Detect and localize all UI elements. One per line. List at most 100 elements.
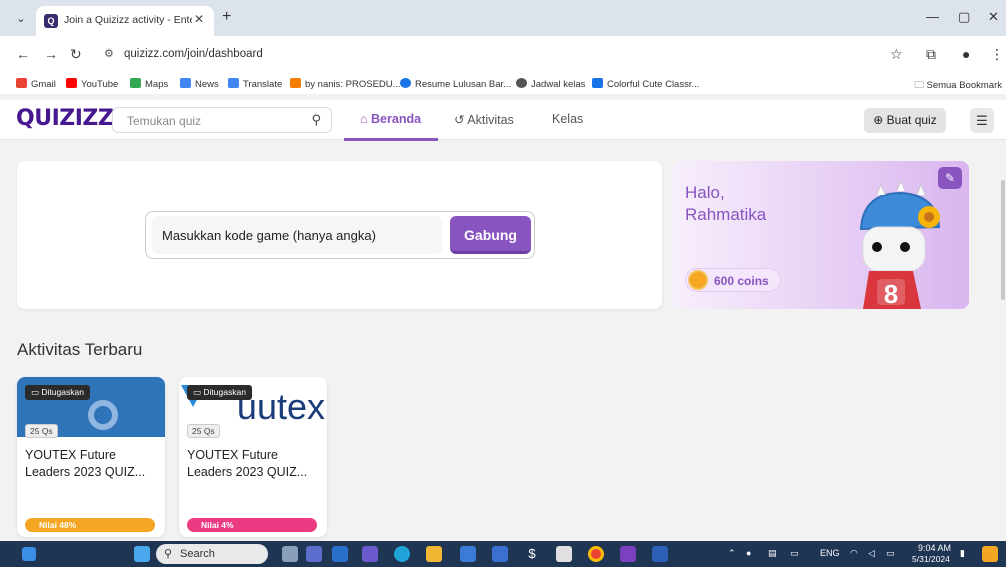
quiz-search-input[interactable]: Temukan quiz ⚲ [112, 107, 332, 133]
hamburger-menu-icon[interactable]: ☰ [970, 108, 994, 133]
widgets-icon[interactable] [22, 547, 36, 561]
new-tab-icon[interactable]: + [222, 8, 231, 26]
activity-card[interactable]: ▭ Ditugaskan 25 Qs YOUTEX Future Leaders… [17, 377, 165, 537]
bookmark-translate[interactable]: Translate [228, 78, 282, 90]
address-bar[interactable]: ⚙ quizizz.com/join/dashboard [96, 42, 916, 68]
windows-start-icon[interactable] [134, 546, 150, 562]
maps-icon [130, 78, 141, 88]
minimize-icon[interactable]: — [926, 9, 939, 24]
greeting: Halo, [685, 183, 725, 202]
nav-kelas[interactable]: Kelas [552, 112, 583, 126]
forward-icon[interactable]: → [44, 46, 58, 62]
tab-search-chevron-icon[interactable]: ⌄ [12, 10, 30, 28]
score-badge: Nilai 48% [25, 518, 155, 532]
chat-icon[interactable] [306, 546, 322, 562]
volume-icon[interactable]: ◁ [868, 548, 875, 559]
join-form: Gabung [145, 211, 535, 259]
word-icon[interactable] [652, 546, 668, 562]
bookmark-youtube[interactable]: YouTube [66, 78, 118, 90]
activity-name: YOUTEX Future Leaders 2023 QUIZ... [25, 448, 146, 479]
quizizz-logo[interactable]: QUIZIZZ [16, 106, 114, 131]
tray-overflow-icon[interactable]: ⌃ [728, 548, 736, 559]
jersey-number: 8 [884, 279, 898, 309]
bookmark-jadwal[interactable]: Jadwal kelas [516, 78, 585, 90]
globe-icon [516, 78, 527, 88]
bookmarks-bar: Gmail YouTube Maps News Translate by nan… [0, 74, 1006, 94]
edge-icon[interactable] [394, 546, 410, 562]
tab-title: Join a Quizizz activity - Enter co [64, 14, 192, 26]
home-icon: ⌂ [360, 112, 372, 126]
quizizz-header: QUIZIZZ Temukan quiz ⚲ ⌂ Beranda ↺ Aktiv… [0, 100, 1006, 141]
folder-icon: 🗀 [914, 80, 927, 91]
weather-icon[interactable] [982, 546, 998, 562]
site-settings-icon[interactable]: ⚙ [104, 47, 114, 60]
bookmark-maps[interactable]: Maps [130, 78, 168, 90]
bookmark-news[interactable]: News [180, 78, 219, 90]
all-bookmarks-folder[interactable]: 🗀 Semua Bookmark [914, 78, 1002, 94]
nav-aktivitas[interactable]: ↺ Aktivitas [454, 112, 514, 127]
extensions-icon[interactable]: ⧉ [926, 46, 936, 63]
back-icon[interactable]: ← [16, 46, 30, 62]
search-icon: ⚲ [164, 548, 173, 560]
bookmark-classroom[interactable]: Colorful Cute Classr... [592, 78, 699, 90]
bookmark-gmail[interactable]: Gmail [16, 78, 56, 90]
question-count: 25 Qs [187, 424, 220, 438]
app-icon[interactable]: $ [524, 546, 540, 562]
clock-time[interactable]: 9:04 AM [918, 543, 951, 553]
calendar-icon[interactable] [556, 546, 572, 562]
restore-icon[interactable]: ▢ [958, 9, 970, 25]
join-game-card: Gabung [17, 161, 662, 309]
store-icon[interactable] [460, 546, 476, 562]
question-count: 25 Qs [25, 424, 58, 438]
tray-keyboard-icon[interactable]: ▤ [768, 548, 777, 559]
wifi-icon[interactable]: ◠ [850, 548, 858, 559]
task-view-icon[interactable] [282, 546, 298, 562]
file-explorer-icon[interactable] [332, 546, 348, 562]
chrome-icon[interactable] [588, 546, 604, 562]
reload-icon[interactable]: ↻ [70, 46, 82, 63]
join-button[interactable]: Gabung [450, 216, 531, 254]
scrollbar-thumb[interactable] [1001, 180, 1005, 300]
browser-tab[interactable]: Q Join a Quizizz activity - Enter co ✕ [36, 6, 214, 36]
coins-badge[interactable]: 600 coins [685, 268, 781, 292]
chrome-menu-icon[interactable]: ⋮ [990, 46, 1004, 63]
assigned-badge: ▭ Ditugaskan [25, 385, 90, 400]
tray-app-icon[interactable]: ● [746, 548, 751, 558]
plus-circle-icon: ⊕ [873, 113, 887, 127]
avatar[interactable]: 8 [851, 181, 951, 309]
game-code-input[interactable] [152, 216, 442, 254]
clock-date[interactable]: 5/31/2024 [912, 554, 950, 564]
window-close-icon[interactable]: ✕ [988, 9, 999, 25]
assigned-badge: ▭ Ditugaskan [187, 385, 252, 400]
url-text: quizizz.com/join/dashboard [124, 48, 263, 60]
create-quiz-button[interactable]: ⊕ Buat quiz [864, 108, 946, 133]
battery-icon[interactable]: ▭ [886, 548, 895, 559]
bookmark-star-icon[interactable]: ☆ [890, 46, 903, 63]
nav-beranda[interactable]: ⌂ Beranda [360, 112, 421, 126]
activity-name: YOUTEX Future Leaders 2023 QUIZ... [187, 448, 308, 479]
teams-icon[interactable] [362, 546, 378, 562]
dropbox-icon[interactable] [492, 546, 508, 562]
bookmark-prosedur[interactable]: by nanis: PROSEDU... [290, 78, 401, 90]
news-icon [180, 78, 191, 88]
page-scrollbar[interactable] [1000, 140, 1006, 540]
language-indicator[interactable]: ENG [820, 548, 840, 558]
gmail-icon [16, 78, 27, 88]
browser-tab-strip: ⌄ Q Join a Quizizz activity - Enter co ✕… [0, 0, 1006, 36]
notification-icon[interactable]: ▮ [960, 548, 965, 559]
bookmark-resume[interactable]: Resume Lulusan Bar... [400, 78, 511, 90]
coin-icon [688, 270, 708, 290]
profile-card: Halo, Rahmatika 600 coins ✎ 8 [673, 161, 969, 309]
assignment-icon: ▭ [193, 387, 204, 397]
activity-card[interactable]: uutex ▭ Ditugaskan 25 Qs YOUTEX Future L… [179, 377, 327, 537]
folder-icon[interactable] [426, 546, 442, 562]
taskbar-search[interactable]: ⚲ Search [156, 544, 268, 564]
search-placeholder: Temukan quiz [127, 114, 202, 128]
translate-icon [228, 78, 239, 88]
profile-icon[interactable]: ● [962, 46, 970, 62]
onenote-icon[interactable] [620, 546, 636, 562]
classroom-icon [592, 78, 603, 88]
tab-close-icon[interactable]: ✕ [194, 12, 204, 26]
tray-display-icon[interactable]: ▭ [790, 548, 799, 559]
search-icon[interactable]: ⚲ [311, 112, 321, 128]
